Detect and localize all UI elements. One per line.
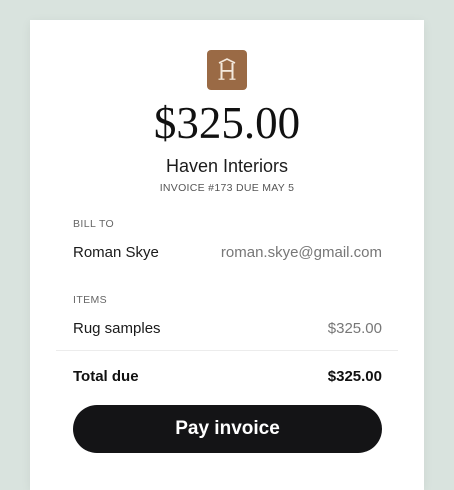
pay-invoice-button[interactable]: Pay invoice: [73, 405, 382, 453]
merchant-name: Haven Interiors: [165, 156, 289, 176]
bill-to-row: Roman Skye roman.skye@gmail.com: [73, 241, 382, 263]
invoice-card: $325.00 Haven Interiors INVOICE #173 DUE…: [30, 20, 424, 490]
line-item-name: Rug samples: [73, 319, 161, 337]
total-label: Total due: [73, 367, 139, 385]
customer-email: roman.skye@gmail.com: [220, 243, 382, 261]
merchant-logo: [207, 50, 247, 90]
house-logo-icon: [207, 50, 247, 90]
customer-name: Roman Skye: [73, 243, 159, 261]
bill-to-label: BILL TO: [73, 218, 115, 230]
line-item-row: Rug samples $325.00: [73, 317, 382, 339]
invoice-amount: $325.00: [153, 98, 301, 148]
divider: [56, 350, 398, 351]
total-value: $325.00: [327, 367, 382, 385]
total-row: Total due $325.00: [73, 365, 382, 387]
line-item-price: $325.00: [327, 319, 382, 337]
invoice-number-due-date: INVOICE #173 DUE MAY 5: [159, 182, 295, 194]
items-label: ITEMS: [73, 294, 108, 306]
